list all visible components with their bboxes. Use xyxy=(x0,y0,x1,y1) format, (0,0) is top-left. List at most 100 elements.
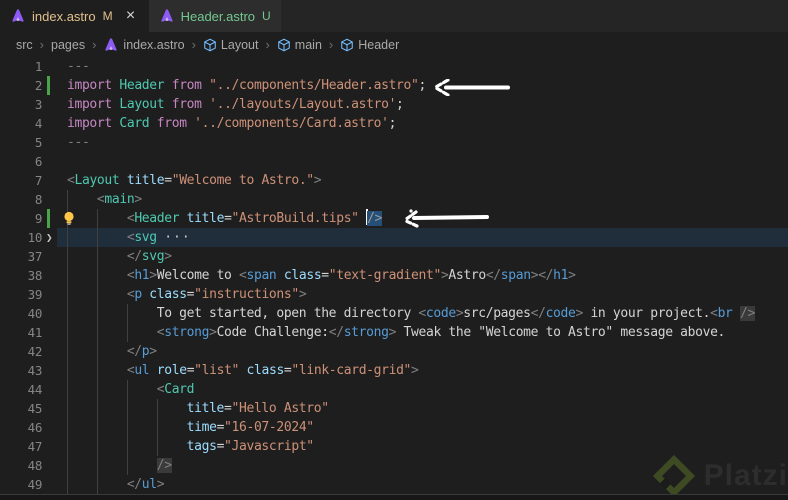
code-content[interactable]: </p> xyxy=(57,342,788,361)
fold-chevron-icon[interactable]: ❯ xyxy=(46,228,53,247)
token-punc: </ xyxy=(530,306,546,321)
code-content[interactable]: <Card xyxy=(57,380,788,399)
token-punc: > xyxy=(388,325,397,340)
breadcrumb-item-index-astro[interactable]: index.astro xyxy=(103,37,185,53)
token-str: "AstroBuild.tips" xyxy=(231,211,359,226)
token-attr: title xyxy=(186,401,225,416)
code-content[interactable]: <p class="instructions"> xyxy=(57,285,788,304)
token-str: "../components/Header.astro" xyxy=(209,78,419,93)
code-line-37[interactable]: 37 </svg> xyxy=(0,247,788,266)
code-content[interactable]: --- xyxy=(57,133,788,152)
token-punc: > xyxy=(298,287,307,302)
line-number: 1 xyxy=(34,59,43,74)
code-line-4[interactable]: 4 import Card from '../components/Card.as… xyxy=(0,114,788,133)
code-content[interactable]: <main> xyxy=(57,190,788,209)
code-line-40[interactable]: 40 To get started, open the directory <c… xyxy=(0,304,788,323)
code-content[interactable]: <svg ··· xyxy=(57,228,788,247)
code-line-42[interactable]: 42 </p> xyxy=(0,342,788,361)
code-line-46[interactable]: 46 time="16-07-2024" xyxy=(0,418,788,437)
code-line-48[interactable]: 48 /> xyxy=(0,456,788,475)
token-punc: > xyxy=(164,249,172,264)
code-line-49[interactable]: 49 </ul> xyxy=(0,475,788,494)
code-content[interactable] xyxy=(57,152,788,171)
code-line-47[interactable]: 47 tags="Javascript" xyxy=(0,437,788,456)
code-line-44[interactable]: 44 <Card xyxy=(0,380,788,399)
code-line-1[interactable]: 1 --- xyxy=(0,57,788,76)
token-tag: strong xyxy=(343,325,389,340)
token-tag: ul xyxy=(134,363,150,378)
code-content[interactable]: time="16-07-2024" xyxy=(57,418,788,437)
token-comp: Layout xyxy=(74,173,120,188)
token-tag: ul xyxy=(141,477,157,492)
breadcrumb-item-src[interactable]: src xyxy=(16,38,33,52)
token-attr: role xyxy=(156,363,187,378)
code-line-6[interactable]: 6 xyxy=(0,152,788,171)
indent-guide xyxy=(67,266,68,285)
code-line-3[interactable]: 3 import Layout from '../layouts/Layout.a… xyxy=(0,95,788,114)
indent-guide xyxy=(96,209,98,228)
code-line-8[interactable]: 8 <main> xyxy=(0,190,788,209)
code-content[interactable]: <Header title="AstroBuild.tips" /> xyxy=(57,209,788,228)
code-editor[interactable]: 1 --- 2 import Header from "../components/H… xyxy=(0,57,788,494)
code-line-10[interactable]: 10 ❯ <svg ··· xyxy=(0,228,788,247)
code-line-2[interactable]: 2 import Header from "../components/Heade… xyxy=(0,76,788,95)
code-content[interactable]: <ul role="list" class="link-card-grid"> xyxy=(57,361,788,380)
git-added-gutter-bar xyxy=(47,209,50,228)
code-content[interactable]: </ul> xyxy=(57,475,788,494)
code-content[interactable]: import Header from "../components/Header… xyxy=(57,76,788,95)
indent-guide xyxy=(67,456,68,475)
code-line-43[interactable]: 43 <ul role="list" class="link-card-grid… xyxy=(0,361,788,380)
vscode-window: index.astro M × Header.astro U src › pages › ind… xyxy=(0,0,788,500)
code-content[interactable]: <strong>Code Challenge:</strong> Tweak t… xyxy=(57,323,788,342)
indent-guide xyxy=(96,380,98,399)
breadcrumb-item-layout[interactable]: Layout xyxy=(203,38,258,52)
gutter xyxy=(44,133,57,152)
token-comp: Card xyxy=(164,382,195,397)
indent-guide xyxy=(67,228,68,247)
code-content[interactable]: --- xyxy=(57,57,788,76)
token-match: /> xyxy=(740,306,755,321)
token-tag: br xyxy=(717,306,733,321)
code-content[interactable]: <Layout title="Welcome to Astro."> xyxy=(57,171,788,190)
tab-header-astro[interactable]: Header.astro U xyxy=(148,0,281,32)
code-line-5[interactable]: 5 --- xyxy=(0,133,788,152)
token-attr: class xyxy=(149,287,187,302)
lightbulb-icon[interactable] xyxy=(62,211,76,226)
gutter xyxy=(44,266,57,285)
code-line-45[interactable]: 45 title="Hello Astro" xyxy=(0,399,788,418)
code-line-9[interactable]: 9 <Header title="AstroBuild.tips" /> xyxy=(0,209,788,228)
code-line-7[interactable]: 7 <Layout title="Welcome to Astro."> xyxy=(0,171,788,190)
indent-guide xyxy=(96,361,98,380)
tab-index-astro[interactable]: index.astro M × xyxy=(0,0,149,32)
line-number: 7 xyxy=(34,173,43,188)
close-icon[interactable]: × xyxy=(123,8,139,24)
breadcrumb: src › pages › index.astro › Layout › main › Header xyxy=(0,32,788,57)
code-line-38[interactable]: 38 <h1>Welcome to <span class="text-grad… xyxy=(0,266,788,285)
token-punc: </ xyxy=(126,249,142,264)
code-content[interactable]: /> xyxy=(57,456,788,475)
code-content[interactable]: import Card from '../components/Card.ast… xyxy=(57,114,788,133)
indent-guide xyxy=(67,285,68,304)
token-punc: </ xyxy=(538,268,554,283)
code-content[interactable]: tags="Javascript" xyxy=(57,437,788,456)
indent-guide xyxy=(156,437,158,456)
token-str: '../layouts/Layout.astro' xyxy=(209,97,397,112)
token-tag: h1 xyxy=(134,268,150,283)
code-content[interactable]: import Layout from '../layouts/Layout.as… xyxy=(57,95,788,114)
code-content[interactable]: title="Hello Astro" xyxy=(57,399,788,418)
code-content[interactable]: </svg> xyxy=(57,247,788,266)
code-content[interactable]: <h1>Welcome to <span class="text-gradien… xyxy=(57,266,788,285)
code-content[interactable]: To get started, open the directory <code… xyxy=(57,304,788,323)
breadcrumb-item-header[interactable]: Header xyxy=(340,38,399,52)
code-line-41[interactable]: 41 <strong>Code Challenge:</strong> Twea… xyxy=(0,323,788,342)
gutter xyxy=(44,285,57,304)
breadcrumb-item-pages[interactable]: pages xyxy=(51,38,85,52)
gutter xyxy=(44,399,57,418)
breadcrumb-item-main[interactable]: main xyxy=(277,38,322,52)
code-line-39[interactable]: 39 <p class="instructions"> xyxy=(0,285,788,304)
gutter xyxy=(44,114,57,133)
